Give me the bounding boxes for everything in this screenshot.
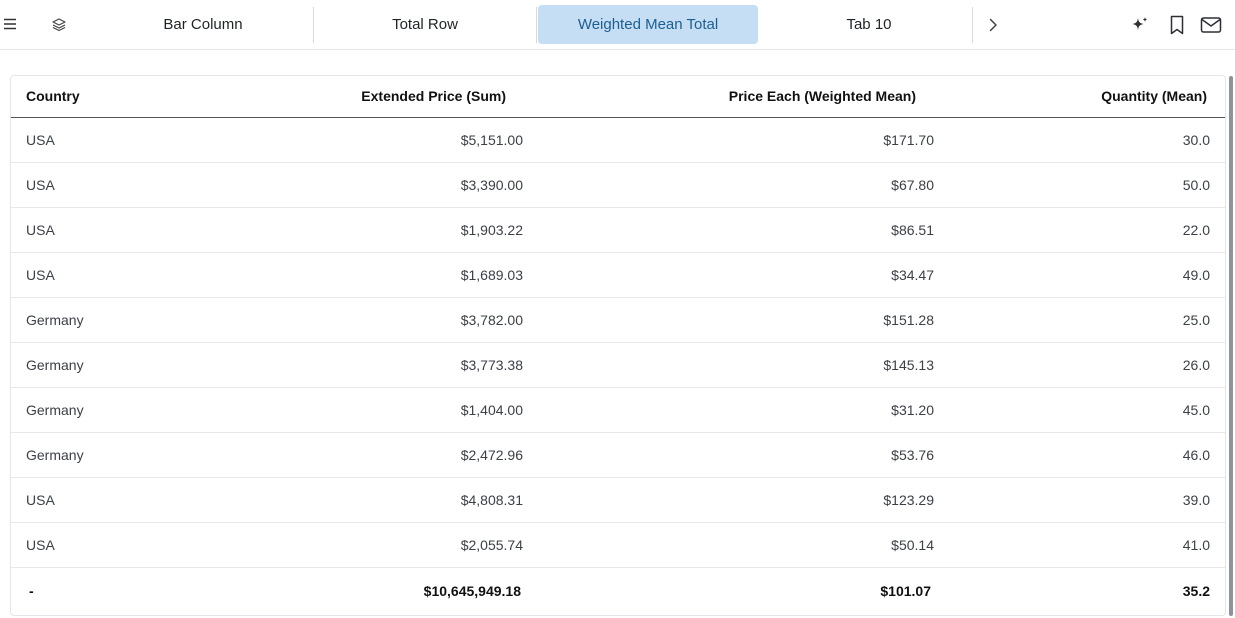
table-row[interactable]: Germany $1,404.00 $31.20 45.0	[11, 387, 1225, 433]
cell-price-each: $123.29	[523, 477, 934, 523]
cell-price-each: $151.28	[523, 297, 934, 343]
tab-total-row[interactable]: Total Row	[314, 5, 536, 44]
total-quantity: 35.2	[934, 566, 1225, 615]
total-extended-price: $10,645,949.18	[211, 566, 523, 615]
cell-quantity: 39.0	[934, 477, 1225, 523]
cell-country: USA	[11, 252, 211, 298]
cell-country: Germany	[11, 432, 211, 478]
cell-quantity: 49.0	[934, 252, 1225, 298]
cell-country: Germany	[11, 387, 211, 433]
cell-extended-price: $1,689.03	[211, 252, 523, 298]
cell-quantity: 30.0	[934, 117, 1225, 163]
cell-quantity: 50.0	[934, 162, 1225, 208]
column-header-quantity[interactable]: Quantity (Mean)	[934, 76, 1225, 118]
tab-label: Tab 10	[846, 16, 892, 33]
tab-label: Bar Column	[163, 16, 243, 33]
column-header-country[interactable]: Country	[11, 76, 211, 118]
cell-price-each: $53.76	[523, 432, 934, 478]
cell-price-each: $50.14	[523, 522, 934, 568]
tab-label: Weighted Mean Total	[577, 16, 719, 33]
column-header-price-each[interactable]: Price Each (Weighted Mean)	[523, 76, 934, 118]
table-row[interactable]: USA $1,903.22 $86.51 22.0	[11, 207, 1225, 253]
data-table: Country Extended Price (Sum) Price Each …	[11, 76, 1225, 615]
mail-icon[interactable]	[1199, 14, 1223, 36]
table-row[interactable]: USA $3,390.00 $67.80 50.0	[11, 162, 1225, 208]
cell-extended-price: $1,903.22	[211, 207, 523, 253]
cell-extended-price: $3,782.00	[211, 297, 523, 343]
table-row[interactable]: USA $5,151.00 $171.70 30.0	[11, 117, 1225, 163]
cell-quantity: 26.0	[934, 342, 1225, 388]
cell-price-each: $86.51	[523, 207, 934, 253]
tab-divider	[972, 7, 973, 43]
cell-extended-price: $5,151.00	[211, 117, 523, 163]
tab-tab-10[interactable]: Tab 10	[760, 5, 978, 44]
cell-extended-price: $4,808.31	[211, 477, 523, 523]
layers-icon[interactable]	[48, 14, 70, 36]
cell-country: USA	[11, 117, 211, 163]
sparkle-icon[interactable]	[1129, 14, 1151, 36]
cell-extended-price: $1,404.00	[211, 387, 523, 433]
vertical-scrollbar[interactable]	[1229, 76, 1233, 616]
cell-extended-price: $2,472.96	[211, 432, 523, 478]
cell-country: Germany	[11, 297, 211, 343]
cell-price-each: $34.47	[523, 252, 934, 298]
table-total-row: - $10,645,949.18 $101.07 35.2	[11, 566, 1225, 615]
cell-price-each: $171.70	[523, 117, 934, 163]
cell-country: Germany	[11, 342, 211, 388]
cell-quantity: 22.0	[934, 207, 1225, 253]
table-header-row: Country Extended Price (Sum) Price Each …	[11, 76, 1225, 118]
chevron-right-icon[interactable]	[982, 14, 1004, 36]
cell-extended-price: $3,773.38	[211, 342, 523, 388]
tab-label: Total Row	[392, 16, 458, 33]
cell-country: USA	[11, 522, 211, 568]
table-row[interactable]: USA $4,808.31 $123.29 39.0	[11, 477, 1225, 523]
table-row[interactable]: Germany $2,472.96 $53.76 46.0	[11, 432, 1225, 478]
bookmark-icon[interactable]	[1166, 13, 1188, 37]
data-table-card: Country Extended Price (Sum) Price Each …	[10, 75, 1226, 616]
total-price-each: $101.07	[523, 566, 934, 615]
cell-extended-price: $2,055.74	[211, 522, 523, 568]
tab-divider	[536, 7, 537, 43]
cell-extended-price: $3,390.00	[211, 162, 523, 208]
cell-quantity: 25.0	[934, 297, 1225, 343]
tab-bar: Bar Column Total Row Weighted Mean Total…	[0, 0, 1235, 50]
cell-country: USA	[11, 207, 211, 253]
cell-quantity: 41.0	[934, 522, 1225, 568]
tab-weighted-mean-total[interactable]: Weighted Mean Total	[538, 5, 758, 44]
hamburger-menu-icon[interactable]	[0, 14, 20, 34]
cell-quantity: 46.0	[934, 432, 1225, 478]
table-row[interactable]: Germany $3,782.00 $151.28 25.0	[11, 297, 1225, 343]
cell-price-each: $67.80	[523, 162, 934, 208]
column-header-extended-price[interactable]: Extended Price (Sum)	[211, 76, 523, 118]
cell-price-each: $145.13	[523, 342, 934, 388]
cell-country: USA	[11, 477, 211, 523]
cell-price-each: $31.20	[523, 387, 934, 433]
table-row[interactable]: USA $2,055.74 $50.14 41.0	[11, 522, 1225, 568]
table-row[interactable]: USA $1,689.03 $34.47 49.0	[11, 252, 1225, 298]
table-row[interactable]: Germany $3,773.38 $145.13 26.0	[11, 342, 1225, 388]
cell-country: USA	[11, 162, 211, 208]
total-country: -	[11, 566, 211, 615]
tab-bar-column[interactable]: Bar Column	[92, 5, 314, 44]
cell-quantity: 45.0	[934, 387, 1225, 433]
